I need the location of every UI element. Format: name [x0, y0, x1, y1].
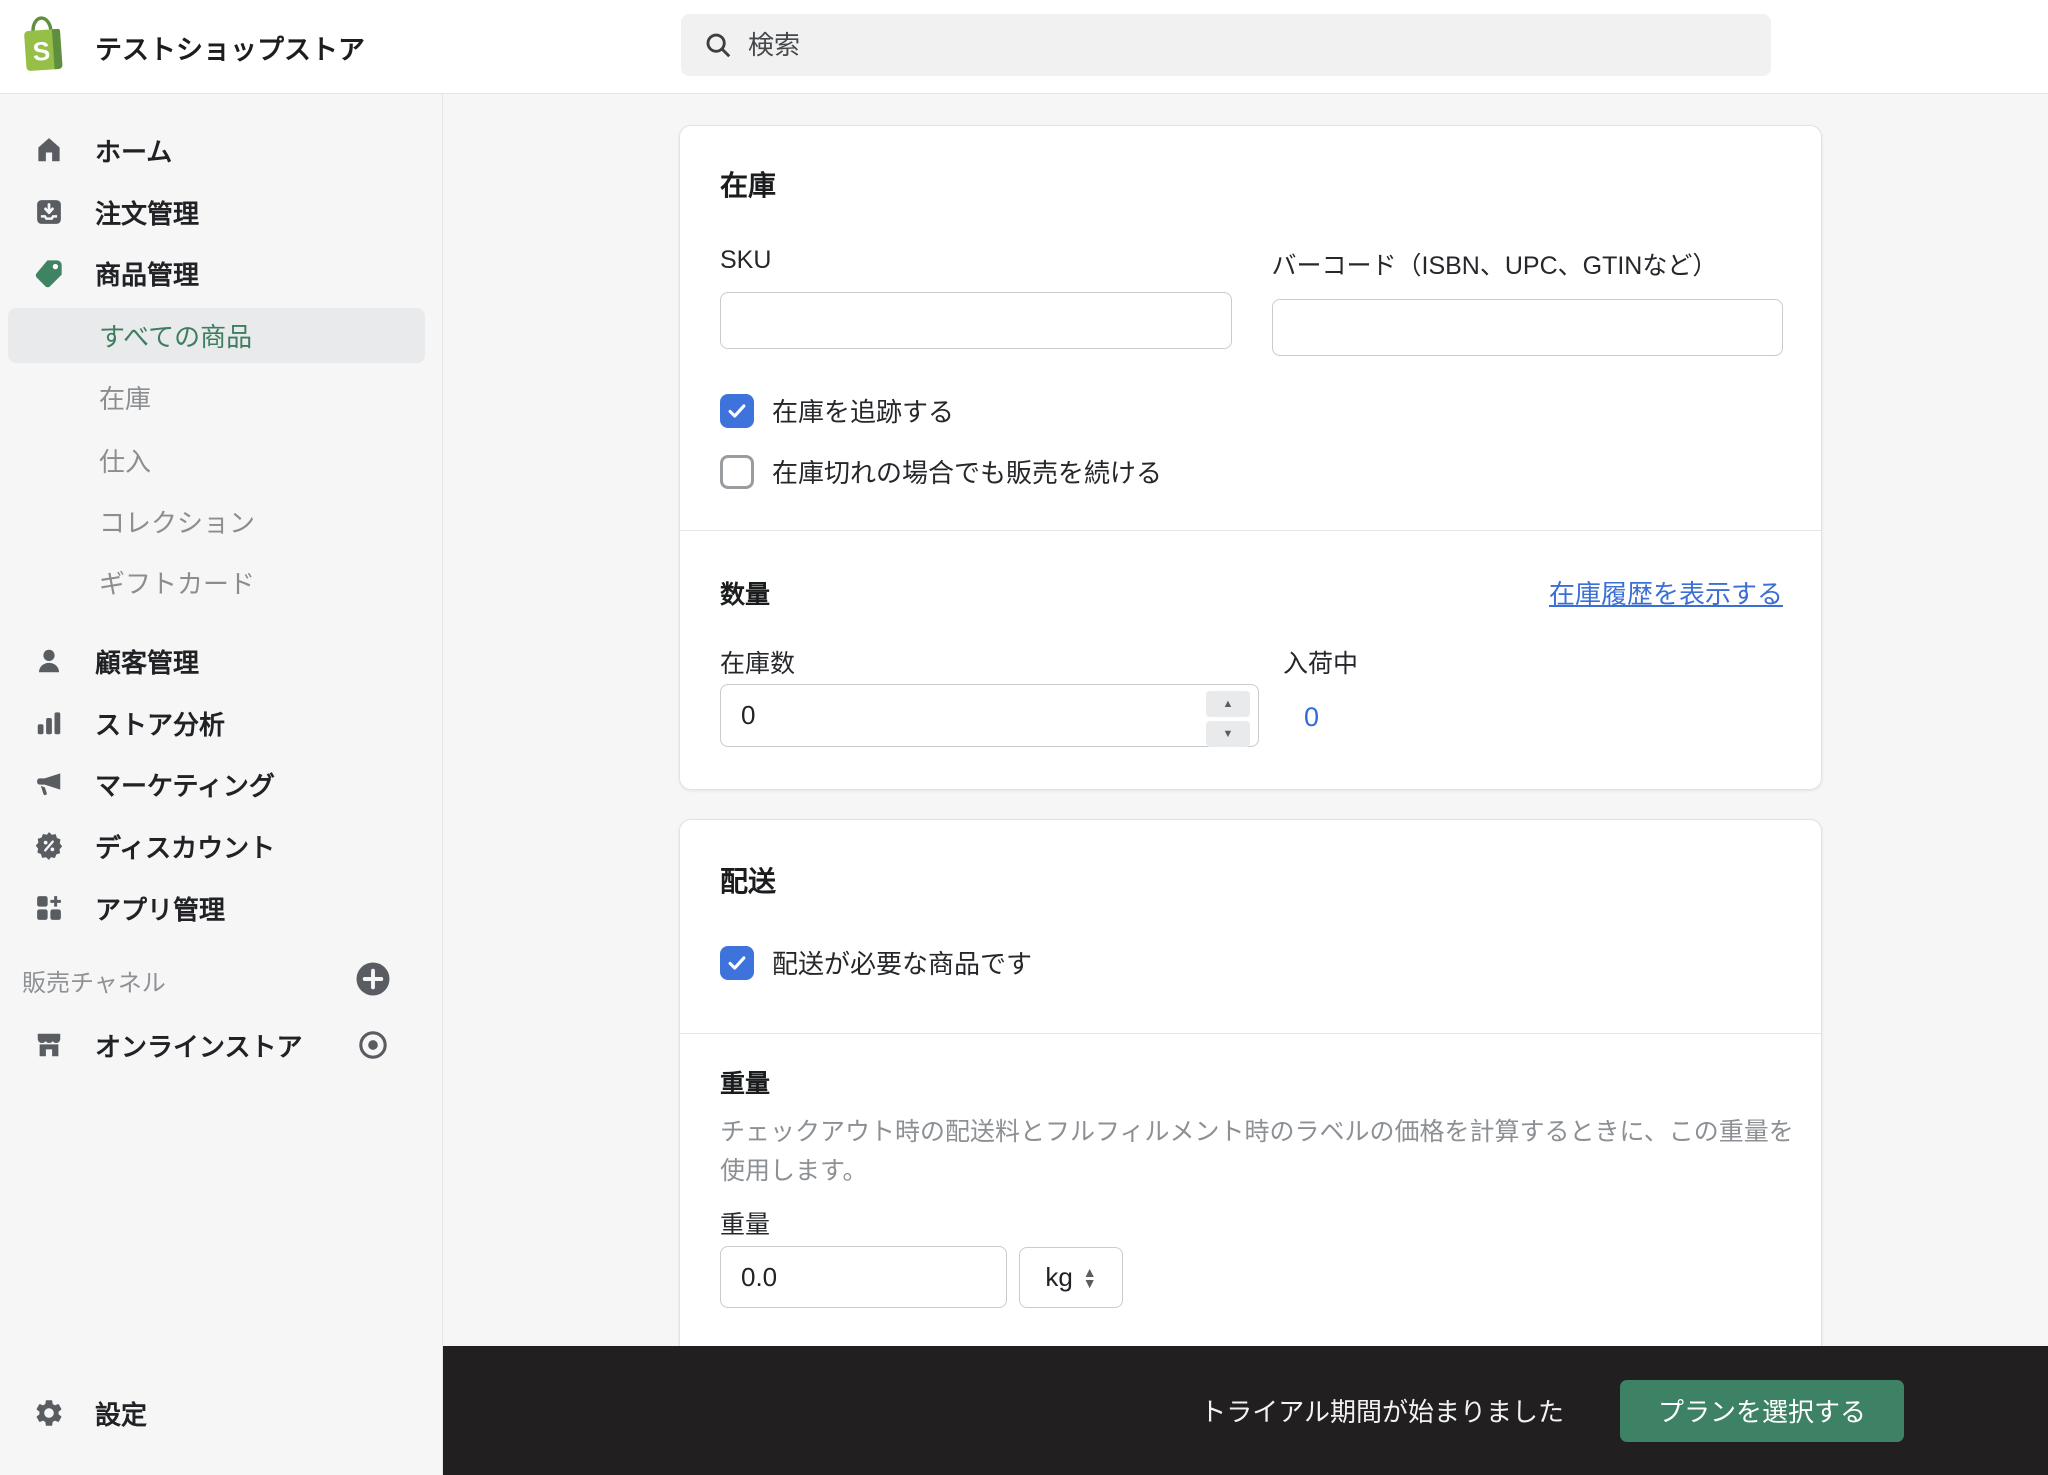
continue-selling-label: 在庫切れの場合でも販売を続ける — [772, 458, 1163, 488]
available-quantity-input[interactable] — [720, 684, 1259, 747]
discounts-icon — [33, 830, 65, 862]
incoming-count-link[interactable]: 0 — [1304, 702, 1319, 733]
sidebar-item-label: アプリ管理 — [95, 894, 226, 925]
analytics-icon — [33, 707, 65, 739]
track-inventory-label: 在庫を追跡する — [772, 397, 955, 427]
storefront-icon — [33, 1029, 65, 1061]
sku-label: SKU — [720, 246, 772, 274]
incoming-label: 入荷中 — [1283, 650, 1359, 678]
weight-label: 重量 — [720, 1211, 771, 1239]
sidebar-item-orders[interactable]: 注文管理 — [0, 184, 443, 240]
weight-description: チェックアウト時の配送料とフルフィルメント時のラベルの価格を計算するときに、この… — [720, 1118, 1794, 1185]
orders-icon — [33, 196, 65, 228]
sidebar-item-marketing[interactable]: マーケティング — [0, 756, 443, 812]
sidebar-item-settings[interactable]: 設定 — [0, 1385, 443, 1441]
weight-unit-select[interactable]: kg ▲ ▼ — [1019, 1247, 1123, 1308]
physical-product-label: 配送が必要な商品です — [772, 949, 1033, 979]
products-tag-icon — [33, 257, 65, 289]
sidebar-item-apps[interactable]: アプリ管理 — [0, 880, 443, 936]
svg-text:S: S — [32, 36, 51, 67]
search-icon — [703, 30, 733, 60]
shipping-card: 配送 配送が必要な商品です 重量 チェックアウト時の配送料とフルフィルメント時の… — [679, 819, 1822, 1379]
sidebar-item-label: すべての商品 — [99, 322, 253, 352]
shopify-logo-icon[interactable]: S — [18, 12, 68, 76]
sidebar-item-gift-cards[interactable]: ギフトカード — [0, 554, 443, 610]
physical-product-checkbox-row[interactable]: 配送が必要な商品です — [720, 944, 1032, 981]
sidebar-item-label: 商品管理 — [95, 259, 200, 290]
add-sales-channel-button[interactable] — [354, 960, 392, 998]
quantity-section-title: 数量 — [720, 581, 771, 609]
home-icon — [33, 134, 65, 166]
sidebar-item-label: ギフトカード — [99, 568, 256, 599]
view-online-store-eye-icon[interactable] — [354, 1026, 392, 1064]
sidebar-nav: ホーム 注文管理 商品管理 すべての商品 在庫 仕入 コレクション ギフトカード… — [0, 94, 443, 1475]
sidebar-item-customers[interactable]: 顧客管理 — [0, 633, 443, 689]
available-quantity-label: 在庫数 — [720, 650, 796, 678]
top-header-bar: S テストショップストア — [0, 0, 2048, 94]
sidebar-item-home[interactable]: ホーム — [0, 122, 443, 178]
inventory-card: 在庫 SKU バーコード（ISBN、UPC、GTINなど） 在庫を追跡する 在庫… — [679, 125, 1822, 790]
sidebar-item-label: 仕入 — [99, 446, 152, 477]
sidebar-item-label: ホーム — [95, 136, 173, 167]
sidebar-item-discounts[interactable]: ディスカウント — [0, 818, 443, 874]
card-divider — [680, 530, 1821, 531]
sidebar-item-label: 在庫 — [99, 383, 152, 414]
sidebar-item-label: ディスカウント — [95, 832, 276, 863]
weight-input[interactable] — [720, 1246, 1007, 1308]
triangle-up-icon: ▲ — [1222, 698, 1234, 710]
checkbox-unchecked-icon[interactable] — [720, 454, 754, 489]
triangle-down-icon: ▼ — [1222, 728, 1234, 740]
card-divider — [680, 1033, 1821, 1034]
available-quantity-field: ▲ ▼ — [720, 684, 1259, 747]
barcode-input[interactable] — [1271, 299, 1783, 356]
sidebar-item-purchase[interactable]: 仕入 — [0, 432, 443, 488]
checkbox-checked-icon[interactable] — [720, 945, 754, 980]
sidebar-item-label: 設定 — [95, 1399, 148, 1430]
main-content: 在庫 SKU バーコード（ISBN、UPC、GTINなど） 在庫を追跡する 在庫… — [443, 94, 2048, 1475]
weight-unit-value: kg — [1045, 1262, 1073, 1292]
sidebar-item-analytics[interactable]: ストア分析 — [0, 695, 443, 751]
track-inventory-checkbox-row[interactable]: 在庫を追跡する — [720, 392, 954, 429]
trial-footer-bar: トライアル期間が始まりました プランを選択する — [443, 1346, 2048, 1475]
inventory-history-link[interactable]: 在庫履歴を表示する — [1549, 574, 1783, 611]
marketing-icon — [33, 768, 65, 800]
barcode-label: バーコード（ISBN、UPC、GTINなど） — [1271, 252, 1718, 280]
inventory-card-title: 在庫 — [720, 170, 777, 201]
search-input[interactable] — [748, 29, 1749, 61]
gear-icon — [33, 1397, 65, 1429]
global-search-bar[interactable] — [681, 14, 1771, 76]
sidebar-item-all-products-active[interactable]: すべての商品 — [8, 308, 425, 363]
trial-message: トライアル期間が始まりました — [1200, 1397, 1564, 1427]
sidebar-item-label: マーケティング — [95, 770, 275, 801]
sidebar-item-inventory[interactable]: 在庫 — [0, 369, 443, 425]
apps-icon — [33, 892, 65, 924]
weight-section-title: 重量 — [720, 1070, 771, 1098]
sidebar-item-collections[interactable]: コレクション — [0, 493, 443, 549]
sidebar-item-label: ストア分析 — [95, 709, 226, 740]
customers-icon — [33, 645, 65, 677]
stepper-up-button[interactable]: ▲ — [1206, 691, 1250, 717]
sidebar-item-label: 顧客管理 — [95, 647, 200, 678]
store-name[interactable]: テストショップストア — [95, 0, 365, 94]
sku-input[interactable] — [720, 292, 1232, 349]
shipping-card-title: 配送 — [720, 866, 777, 897]
sidebar-item-label: オンラインストア — [95, 1031, 303, 1062]
select-plan-button[interactable]: プランを選択する — [1619, 1379, 1904, 1442]
sidebar-item-products[interactable]: 商品管理 — [0, 245, 443, 301]
select-caret-icon: ▲ ▼ — [1082, 1263, 1097, 1291]
stepper-down-button[interactable]: ▼ — [1206, 721, 1250, 747]
quantity-stepper: ▲ ▼ — [1206, 691, 1250, 747]
continue-selling-checkbox-row[interactable]: 在庫切れの場合でも販売を続ける — [720, 453, 1162, 490]
sidebar-item-label: コレクション — [99, 507, 256, 538]
checkbox-checked-icon[interactable] — [720, 393, 754, 428]
sidebar-item-label: 注文管理 — [95, 198, 200, 229]
